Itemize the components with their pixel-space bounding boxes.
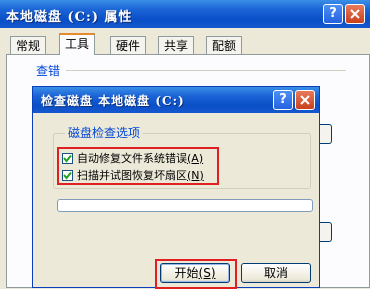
auto-fix-accel: (A): [187, 151, 204, 165]
close-icon: [350, 9, 360, 19]
start-button[interactable]: 开始(S): [160, 263, 230, 283]
option-scan-bad-sectors[interactable]: 扫描并试图恢复坏扇区 (N): [62, 167, 204, 183]
auto-fix-checkbox[interactable]: [62, 152, 73, 164]
disk-check-options-label: 磁盘检查选项: [65, 124, 144, 141]
dialog-titlebar[interactable]: 检查磁盘 本地磁盘 (C:) ?: [33, 87, 319, 113]
outer-close-button[interactable]: [345, 4, 365, 24]
tab-general[interactable]: 常规: [10, 36, 47, 54]
check-disk-dialog: 检查磁盘 本地磁盘 (C:) ? 磁盘检查选项 自动修复文件系统错误 (A) 扫…: [32, 86, 320, 289]
auto-fix-label: 自动修复文件系统错误: [77, 152, 187, 165]
checkmark-icon: [63, 154, 72, 163]
tab-quota[interactable]: 配额: [206, 36, 243, 54]
defrag-button-edge[interactable]: [318, 222, 332, 242]
dialog-title: 检查磁盘 本地磁盘 (C:): [41, 94, 185, 108]
start-button-accel: (S): [198, 266, 216, 280]
cancel-button[interactable]: 取消: [241, 263, 311, 283]
check-now-button-edge[interactable]: [318, 124, 332, 144]
outer-titlebar[interactable]: 本地磁盘 (C:) 属性 ?: [0, 0, 370, 28]
start-button-label: 开始: [174, 266, 199, 280]
dialog-close-button[interactable]: [295, 90, 315, 110]
scan-bad-sectors-accel: (N): [187, 168, 204, 182]
outer-window-title: 本地磁盘 (C:) 属性: [6, 10, 133, 25]
help-icon: ?: [329, 6, 337, 21]
option-auto-fix[interactable]: 自动修复文件系统错误 (A): [62, 150, 203, 166]
help-icon: ?: [279, 92, 287, 107]
group-divider: [66, 70, 346, 71]
dialog-help-button[interactable]: ?: [273, 90, 293, 110]
tab-tools[interactable]: 工具: [59, 33, 96, 55]
tab-hardware[interactable]: 硬件: [110, 36, 147, 54]
checkmark-icon: [63, 171, 72, 180]
scan-bad-sectors-checkbox[interactable]: [62, 169, 73, 181]
tab-sharing[interactable]: 共享: [158, 36, 195, 54]
check-progress-bar: [57, 199, 313, 212]
outer-help-button[interactable]: ?: [323, 4, 343, 24]
close-icon: [300, 95, 310, 105]
scan-bad-sectors-label: 扫描并试图恢复坏扇区: [77, 169, 187, 182]
error-check-group-label: 查错: [36, 64, 61, 78]
